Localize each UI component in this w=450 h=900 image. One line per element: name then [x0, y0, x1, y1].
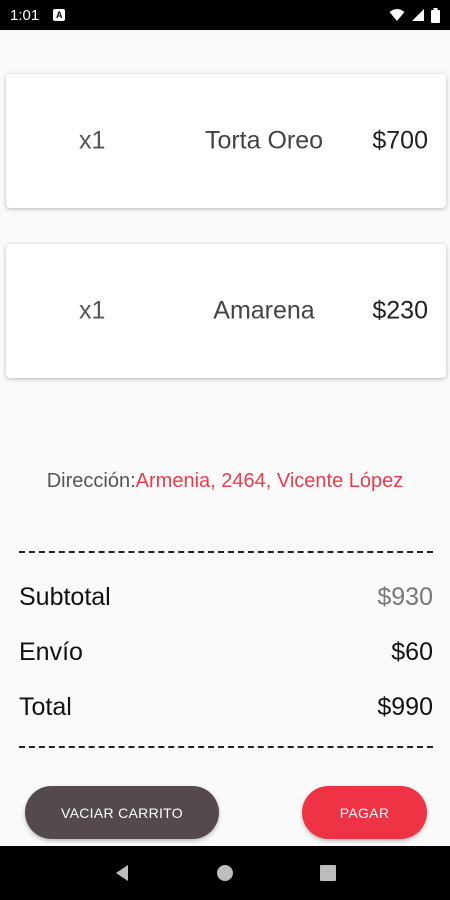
shipping-row: Envío $60: [19, 638, 433, 667]
subtotal-value: $930: [377, 583, 433, 611]
address-value: Armenia, 2464, Vicente López: [135, 470, 404, 492]
subtotal-label: Subtotal: [19, 583, 111, 611]
signal-icon: [412, 9, 424, 21]
system-nav-bar: [0, 846, 450, 900]
recents-button[interactable]: [316, 861, 340, 885]
notification-icon: A: [53, 9, 66, 21]
empty-cart-button[interactable]: VACIAR CARRITO: [25, 786, 219, 839]
cart-item-card[interactable]: x1 Torta Oreo $700: [6, 74, 446, 208]
item-quantity: x1: [79, 296, 106, 325]
status-icons: [389, 7, 440, 23]
delivery-address: Dirección:Armenia, 2464, Vicente López: [0, 470, 450, 493]
dashed-divider: [19, 551, 433, 553]
shipping-label: Envío: [19, 638, 83, 666]
dashed-divider: [19, 746, 433, 748]
home-button[interactable]: [213, 861, 237, 885]
total-value: $990: [377, 693, 433, 721]
item-name: Torta Oreo: [204, 126, 324, 155]
address-label: Dirección:: [46, 470, 136, 492]
total-row: Total $990: [19, 693, 433, 722]
recents-icon: [320, 865, 337, 881]
status-time: 1:01: [10, 6, 40, 24]
cart-screen: 1:01 A x1 Torta Oreo $700 x1 Amarena $23…: [0, 0, 450, 900]
shipping-value: $60: [391, 638, 433, 666]
cart-item-card[interactable]: x1 Amarena $230: [6, 244, 446, 378]
wifi-icon: [389, 9, 405, 21]
back-icon: [115, 865, 128, 881]
total-label: Total: [19, 693, 72, 721]
battery-icon: [431, 7, 440, 23]
item-price: $700: [372, 126, 428, 155]
subtotal-row: Subtotal $930: [19, 583, 433, 612]
item-quantity: x1: [79, 126, 106, 155]
item-price: $230: [372, 296, 428, 325]
back-button[interactable]: [110, 861, 134, 885]
pay-button[interactable]: PAGAR: [302, 786, 427, 839]
home-icon: [216, 865, 233, 881]
item-name: Amarena: [213, 296, 315, 325]
status-bar: 1:01 A: [0, 0, 450, 30]
